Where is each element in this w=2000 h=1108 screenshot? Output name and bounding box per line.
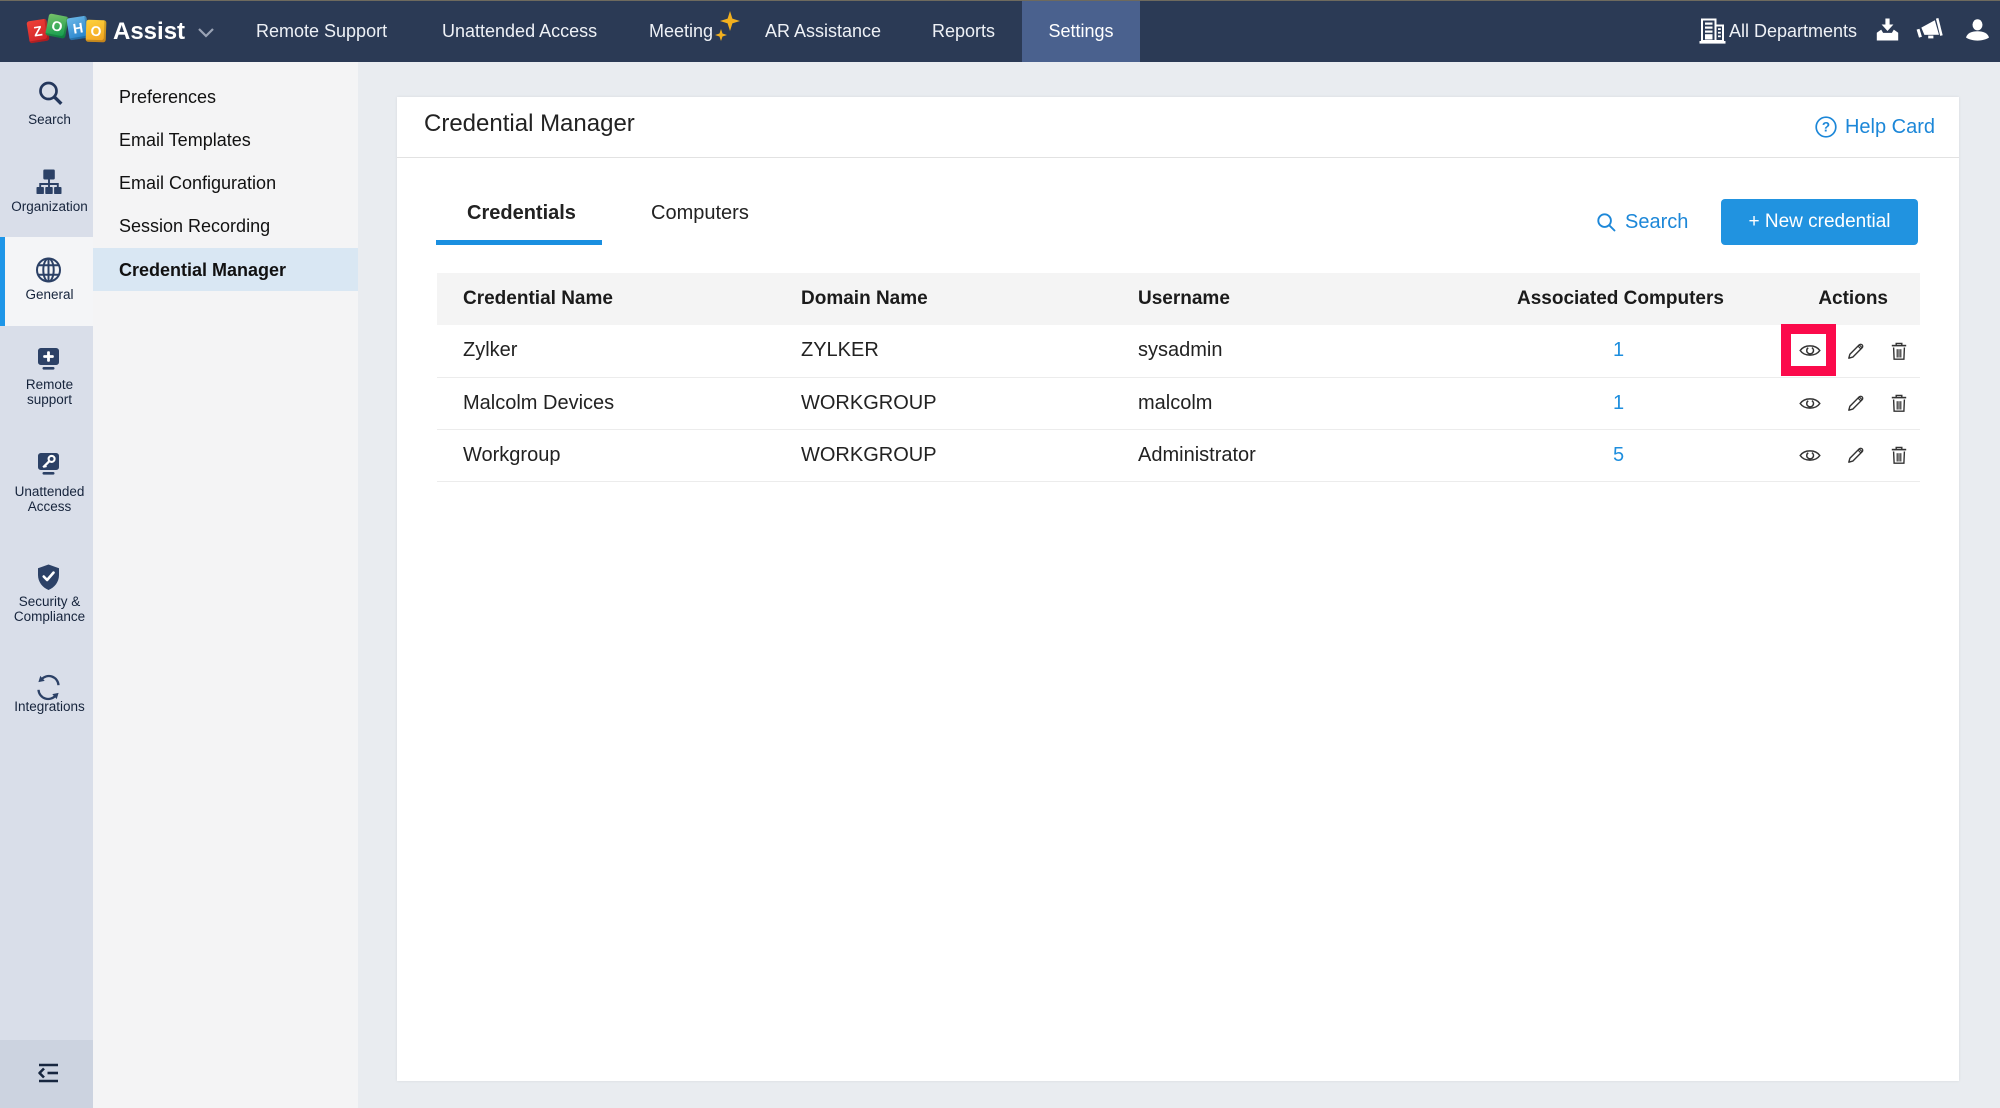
svg-text:?: ? (1822, 120, 1830, 135)
